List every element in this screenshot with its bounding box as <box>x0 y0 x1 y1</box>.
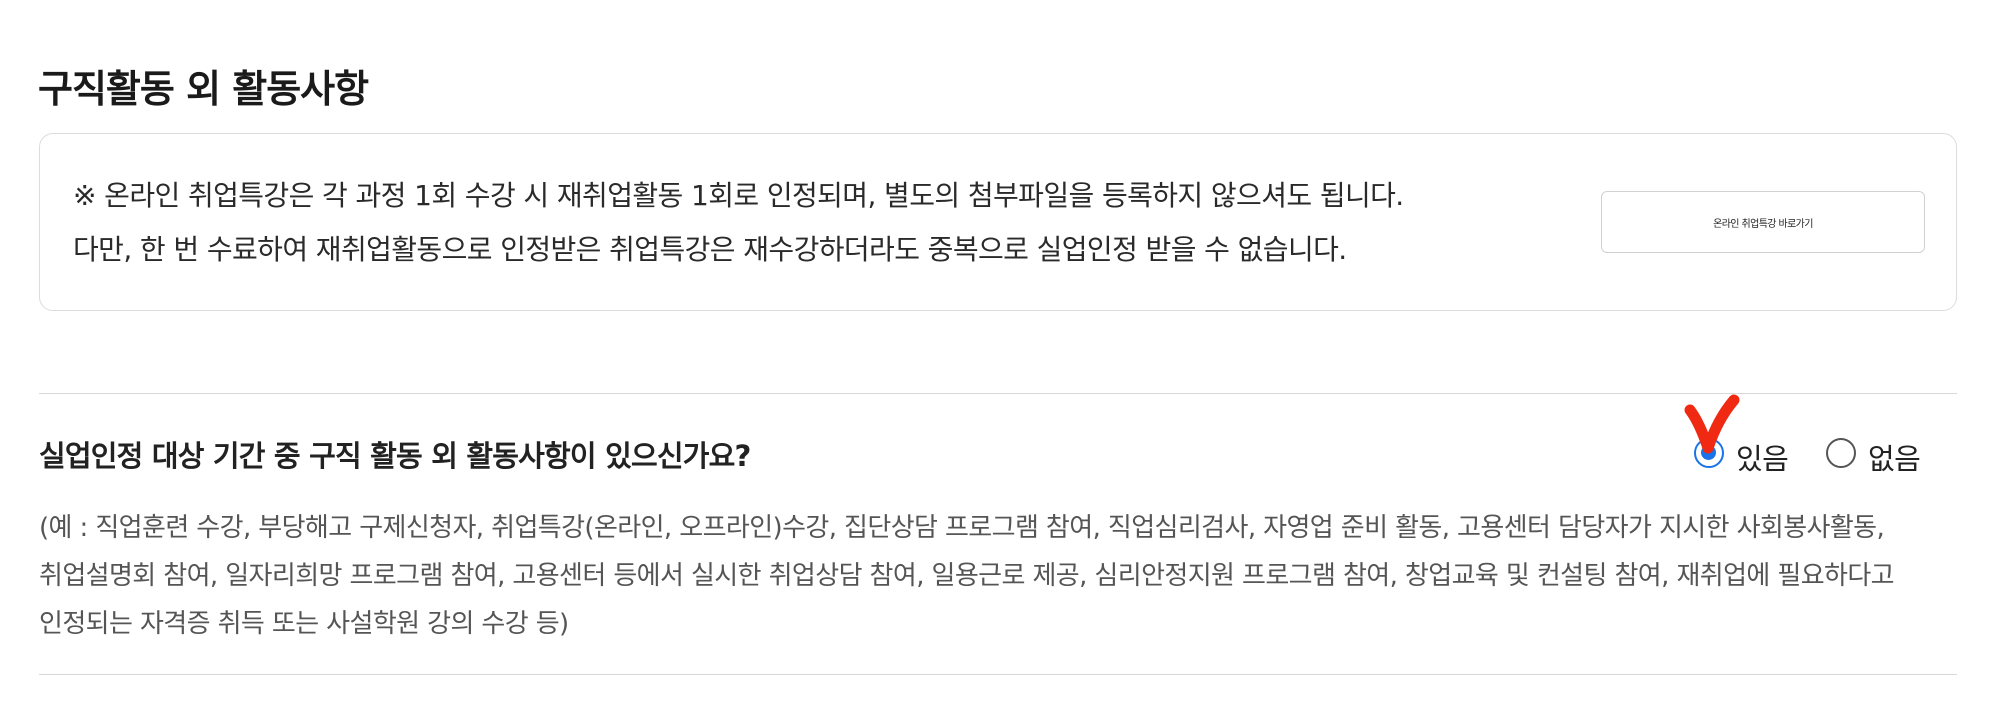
radio-option-yes[interactable]: 있음 <box>1694 437 1800 476</box>
online-lecture-shortcut-button[interactable]: 온라인 취업특강 바로가기 <box>1601 191 1925 253</box>
notice-box: ※ 온라인 취업특강은 각 과정 1회 수강 시 재취업활동 1회로 인정되며,… <box>39 133 1957 311</box>
examples-line-2: 취업설명회 참여, 일자리희망 프로그램 참여, 고용센터 등에서 실시한 취업… <box>39 561 1895 591</box>
radio-yes-label: 있음 <box>1736 442 1789 476</box>
notice-text-line-2: 다만, 한 번 수료하여 재취업활동으로 인정받은 취업특강은 재수강하더라도 … <box>73 233 1347 266</box>
activity-radio-group: 있음 없음 <box>1694 437 1958 476</box>
divider-top <box>39 393 1957 394</box>
radio-yes-checked-icon[interactable] <box>1694 438 1724 468</box>
section-title: 구직활동 외 활동사항 <box>38 66 369 111</box>
radio-no-label: 없음 <box>1868 442 1921 476</box>
question-label: 실업인정 대상 기간 중 구직 활동 외 활동사항이 있으신가요? <box>39 439 751 473</box>
activity-examples: (예 : 직업훈련 수강, 부당해고 구제신청자, 취업특강(온라인, 오프라인… <box>39 504 1964 648</box>
radio-no-unchecked-icon[interactable] <box>1826 438 1856 468</box>
examples-line-1: (예 : 직업훈련 수강, 부당해고 구제신청자, 취업특강(온라인, 오프라인… <box>39 513 1885 543</box>
notice-text-line-1: ※ 온라인 취업특강은 각 과정 1회 수강 시 재취업활동 1회로 인정되며,… <box>73 179 1404 212</box>
radio-option-no[interactable]: 없음 <box>1826 437 1938 476</box>
divider-bottom <box>39 674 1957 675</box>
examples-line-3: 인정되는 자격증 취득 또는 사설학원 강의 수강 등) <box>39 609 569 639</box>
